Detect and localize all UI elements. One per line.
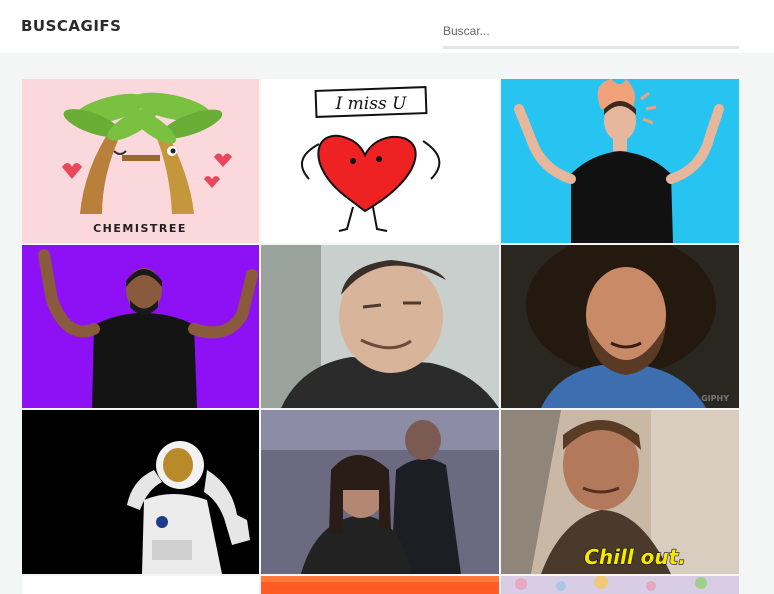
partial-white-image — [22, 576, 259, 594]
gif-tile-partial-floral[interactable] — [501, 576, 739, 594]
search-input[interactable] — [443, 15, 739, 49]
partial-red-image — [261, 576, 499, 594]
grimace-image — [261, 245, 499, 408]
gif-tile-i-miss-u[interactable]: I miss U — [261, 79, 499, 243]
gif-tile-chill-out[interactable]: Chill out. — [501, 410, 739, 574]
site-header: BUSCAGIFS — [0, 0, 774, 53]
hands-up-image — [22, 245, 259, 408]
gif-tile-astronaut[interactable] — [22, 410, 259, 574]
gif-tile-wrestlers[interactable] — [261, 410, 499, 574]
mind-blown-image — [501, 79, 739, 243]
wrestlers-image — [261, 410, 499, 574]
i-miss-u-image: I miss U — [261, 79, 499, 243]
chemistree-image: CHEMISTREE — [22, 79, 259, 243]
astronaut-image — [22, 410, 259, 574]
gif-tile-chemistree[interactable]: CHEMISTREE — [22, 79, 259, 243]
i-miss-u-caption: I miss U — [335, 94, 408, 114]
chill-out-image: Chill out. — [501, 410, 739, 574]
gif-tile-bearded-man[interactable]: GIPHY — [501, 245, 739, 408]
gif-grid: CHEMISTREE I miss U GIPHY Chill out. — [22, 79, 739, 594]
site-logo[interactable]: BUSCAGIFS — [21, 17, 121, 35]
bearded-man-image: GIPHY — [501, 245, 739, 408]
gif-tile-partial-red[interactable] — [261, 576, 499, 594]
gif-tile-mind-blown[interactable] — [501, 79, 739, 243]
gif-tile-partial-white[interactable] — [22, 576, 259, 594]
gif-tile-grimace[interactable] — [261, 245, 499, 408]
giphy-watermark: GIPHY — [701, 394, 729, 403]
chill-out-caption: Chill out. — [584, 545, 686, 569]
partial-floral-image — [501, 576, 739, 594]
gif-tile-hands-up[interactable] — [22, 245, 259, 408]
chemistree-caption: CHEMISTREE — [93, 222, 187, 235]
